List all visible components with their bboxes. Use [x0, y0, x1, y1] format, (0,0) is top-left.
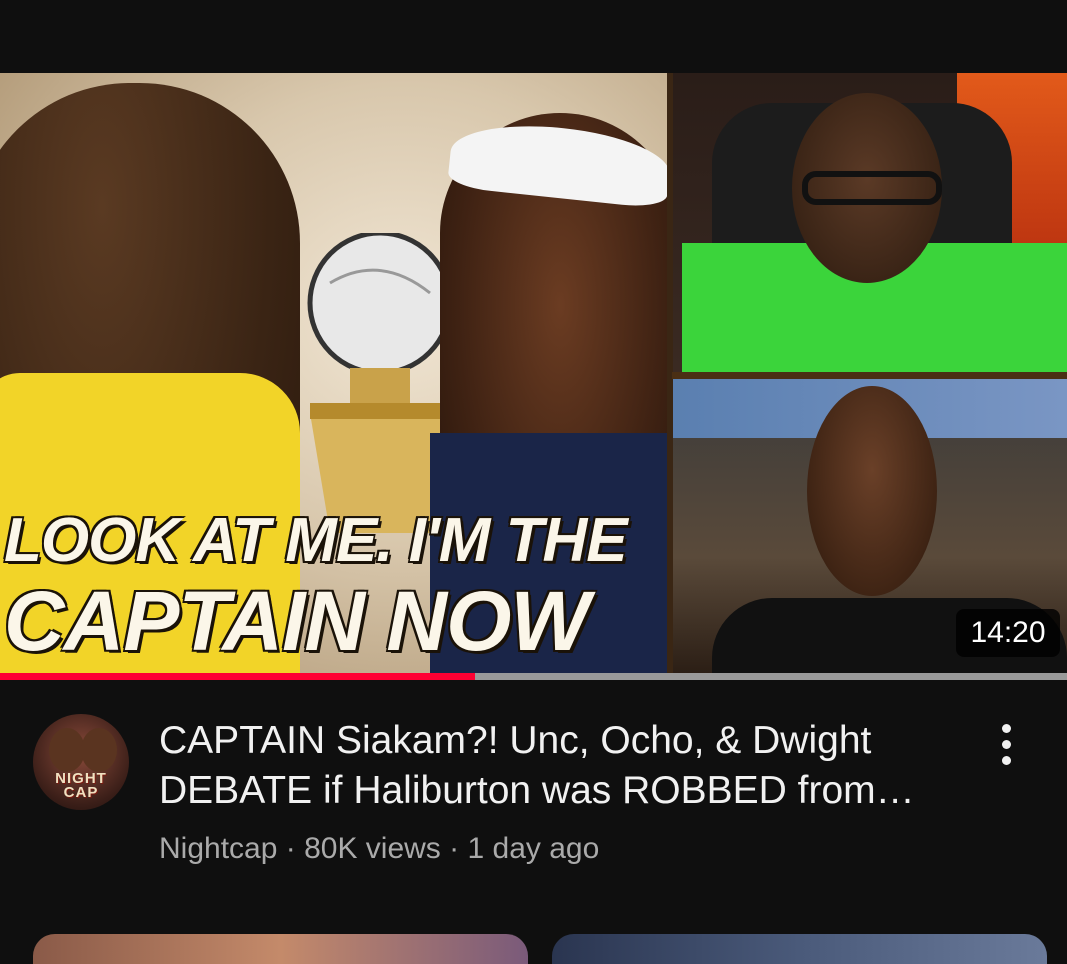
- thumbnail-text-line2: CAPTAIN NOW: [4, 574, 590, 668]
- video-thumbnail[interactable]: LOOK AT ME. I'M THE CAPTAIN NOW: [0, 73, 1067, 677]
- next-video-thumbnail[interactable]: [33, 934, 528, 964]
- video-card[interactable]: LOOK AT ME. I'M THE CAPTAIN NOW 14:20 NI…: [0, 0, 1067, 964]
- watch-progress-fill: [0, 673, 475, 680]
- channel-name[interactable]: Nightcap: [159, 832, 277, 865]
- duration-badge: 14:20: [956, 609, 1060, 657]
- more-vert-icon[interactable]: [990, 720, 1024, 770]
- avatar-logo-line2: CAP: [63, 784, 99, 801]
- separator: ·: [277, 832, 305, 865]
- thumbnail-left-panel: LOOK AT ME. I'M THE CAPTAIN NOW: [0, 73, 670, 677]
- view-count: 80K views: [304, 832, 441, 865]
- avatar-face-image: [81, 728, 117, 772]
- thumbnail-text-line1: LOOK AT ME. I'M THE: [4, 506, 628, 575]
- avatar-logo: NIGHT CAP: [43, 771, 119, 802]
- channel-avatar[interactable]: NIGHT CAP: [33, 714, 129, 810]
- glasses-image: [802, 171, 942, 205]
- separator: ·: [440, 832, 468, 865]
- avatar-face-image: [49, 728, 85, 772]
- guest-face-image: [807, 386, 937, 596]
- video-title[interactable]: CAPTAIN Siakam?! Unc, Ocho, & Dwight DEB…: [159, 716, 959, 816]
- upload-age: 1 day ago: [467, 832, 600, 865]
- next-video-thumbnail[interactable]: [552, 934, 1047, 964]
- video-title-line2: DEBATE if Haliburton was ROBBED from…: [159, 769, 915, 812]
- video-metadata: NIGHT CAP CAPTAIN Siakam?! Unc, Ocho, & …: [0, 690, 1067, 890]
- video-title-line1: CAPTAIN Siakam?! Unc, Ocho, & Dwight: [159, 719, 872, 762]
- watch-progress-bar: [0, 673, 1067, 680]
- thumbnail-host-top-panel: [672, 73, 1067, 373]
- panel-divider: [672, 372, 1067, 379]
- video-subline: Nightcap · 80K views · 1 day ago: [159, 832, 599, 866]
